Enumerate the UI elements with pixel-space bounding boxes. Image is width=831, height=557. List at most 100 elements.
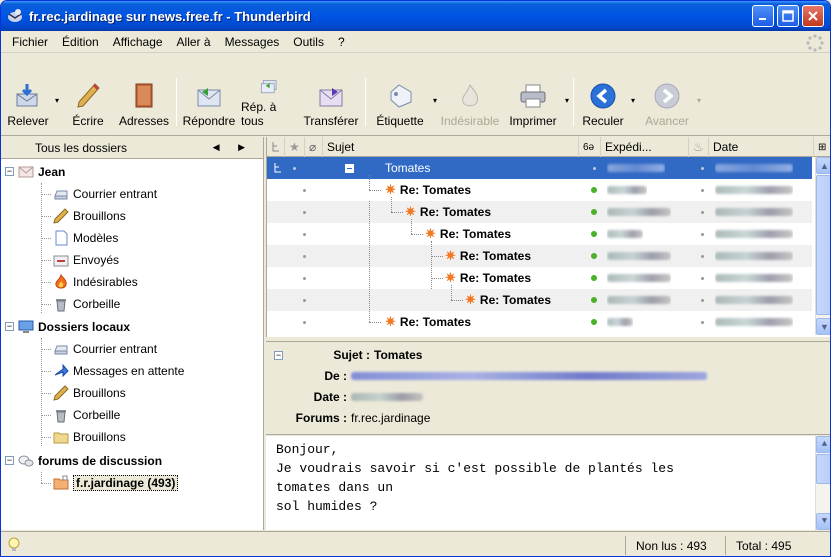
junk-dot[interactable]: [701, 232, 704, 236]
junk-dot[interactable]: [701, 254, 704, 258]
junk-button[interactable]: Indésirable: [437, 78, 503, 128]
attachment-column[interactable]: ⌀: [305, 137, 323, 157]
forward-nav-button[interactable]: Avancer ▾: [639, 78, 701, 128]
date-column-header[interactable]: Date: [709, 137, 814, 157]
star-cell[interactable]: [293, 157, 296, 179]
forward-button[interactable]: Transférer: [300, 78, 362, 128]
subject-column-header[interactable]: Sujet: [323, 137, 579, 157]
menu-affichage[interactable]: Affichage: [106, 35, 170, 49]
star-dot[interactable]: [303, 298, 306, 302]
title-bar[interactable]: fr.rec.jardinage sur news.free.fr - Thun…: [1, 1, 830, 31]
thread-column-toggle[interactable]: [267, 137, 285, 157]
menu-aller-a[interactable]: Aller à: [170, 35, 218, 49]
junk-dot[interactable]: [701, 320, 704, 324]
jean-collapse-toggle[interactable]: −: [5, 167, 14, 176]
star-dot[interactable]: [303, 232, 306, 236]
folder-local-trash[interactable]: Corbeille: [53, 404, 120, 426]
back-button[interactable]: Reculer ▾: [577, 78, 635, 128]
menu-edition[interactable]: Édition: [55, 35, 106, 49]
scroll-thumb[interactable]: [816, 175, 830, 315]
folder-local-drafts[interactable]: Brouillons: [53, 382, 126, 404]
print-button[interactable]: Imprimer ▾: [503, 78, 569, 128]
address-book-button[interactable]: Adresses: [115, 78, 173, 128]
star-dot[interactable]: [303, 188, 306, 192]
news-collapse-toggle[interactable]: −: [5, 456, 14, 465]
unread-dot[interactable]: [591, 231, 597, 237]
menu-messages[interactable]: Messages: [218, 35, 287, 49]
close-button[interactable]: [802, 5, 824, 27]
from-redacted-link[interactable]: [351, 372, 707, 380]
folder-jean-junk[interactable]: Indésirables: [53, 271, 138, 293]
star-dot[interactable]: [303, 276, 306, 280]
folder-local-inbox[interactable]: Courrier entrant: [53, 338, 157, 360]
menu-fichier[interactable]: Fichier: [5, 35, 55, 49]
unread-dot[interactable]: [591, 297, 597, 303]
folder-jean-trash[interactable]: Corbeille: [53, 293, 120, 315]
table-row[interactable]: ✷ Re: Tomates: [267, 201, 812, 333]
unread-dot[interactable]: [591, 319, 597, 325]
forward-nav-dropdown-icon[interactable]: ▾: [697, 96, 701, 105]
folder-jean-inbox[interactable]: Courrier entrant: [53, 183, 157, 205]
back-dropdown-icon[interactable]: ▾: [631, 96, 635, 105]
print-dropdown-icon[interactable]: ▾: [565, 96, 569, 105]
forums-value[interactable]: fr.rec.jardinage: [351, 411, 430, 425]
message-body[interactable]: Bonjour, Je voudrais savoir si c'est pos…: [266, 436, 830, 530]
junk-dot[interactable]: [701, 210, 704, 214]
lightbulb-icon[interactable]: [7, 537, 21, 553]
folder-jean-drafts[interactable]: Brouillons: [53, 205, 126, 227]
table-row[interactable]: ✷ Re: Tomates: [267, 267, 812, 289]
maximize-button[interactable]: [777, 5, 799, 27]
junk-dot[interactable]: [701, 157, 704, 179]
newsgroup-jardinage[interactable]: f.r.jardinage (493): [53, 472, 179, 494]
scroll-up-button[interactable]: ▲: [816, 157, 830, 174]
junk-status-column[interactable]: ♨: [689, 137, 709, 157]
column-picker[interactable]: ⊞: [814, 137, 830, 157]
sender-column-header[interactable]: Expédi...: [601, 137, 689, 157]
reply-all-button[interactable]: Rép. à tous: [238, 78, 300, 128]
star-dot[interactable]: [303, 210, 306, 214]
scroll-up-button[interactable]: ▲: [816, 436, 830, 453]
thread-collapse-icon[interactable]: [345, 157, 354, 179]
table-row[interactable]: ✷ Re: Tomates: [267, 197, 812, 223]
account-local-folders[interactable]: Dossiers locaux: [18, 316, 130, 338]
get-messages-button[interactable]: Relever ▾: [3, 78, 59, 128]
table-row[interactable]: Tomates: [267, 157, 812, 179]
table-row[interactable]: ✷ Re: Tomates: [267, 219, 812, 245]
local-collapse-toggle[interactable]: −: [5, 322, 14, 331]
scroll-thumb[interactable]: [816, 454, 830, 484]
total-count: Total : 495: [725, 536, 825, 555]
unread-dot[interactable]: [591, 275, 597, 281]
account-jean[interactable]: Jean: [18, 161, 65, 183]
read-status-column[interactable]: 6ǝ: [579, 137, 601, 157]
star-dot[interactable]: [303, 254, 306, 258]
tag-button[interactable]: Étiquette ▾: [369, 78, 437, 128]
menu-outils[interactable]: Outils: [286, 35, 331, 49]
folder-local-outbox[interactable]: Messages en attente: [53, 360, 184, 382]
unread-dot[interactable]: [591, 209, 597, 215]
folder-local-drafts-2[interactable]: Brouillons: [53, 426, 126, 448]
get-dropdown-icon[interactable]: ▾: [55, 96, 59, 105]
folder-jean-templates[interactable]: Modèles: [53, 227, 118, 249]
read-dot[interactable]: [593, 157, 596, 179]
thread-scrollbar[interactable]: ▲ ▼: [815, 157, 830, 335]
body-scrollbar[interactable]: ▲ ▼: [815, 436, 830, 530]
scroll-down-button[interactable]: ▼: [816, 513, 830, 530]
junk-dot[interactable]: [701, 298, 704, 302]
reply-button[interactable]: Répondre: [180, 78, 238, 128]
scroll-down-button[interactable]: ▼: [816, 318, 830, 335]
folder-jean-sent[interactable]: Envoyés: [53, 249, 119, 271]
star-dot[interactable]: [303, 320, 306, 324]
table-row[interactable]: ✷ Re: Tomates: [267, 241, 812, 289]
minimize-button[interactable]: [752, 5, 774, 27]
junk-dot[interactable]: [701, 276, 704, 280]
account-newsgroups[interactable]: forums de discussion: [18, 450, 162, 472]
table-row[interactable]: ✷ Re: Tomates: [267, 285, 812, 311]
table-row[interactable]: ✷ Re: Tomates: [267, 175, 812, 201]
unread-dot[interactable]: [591, 187, 597, 193]
folder-view-arrows[interactable]: ◀ ▶: [213, 142, 253, 153]
star-column[interactable]: ★: [285, 137, 305, 157]
unread-dot[interactable]: [591, 253, 597, 259]
junk-dot[interactable]: [701, 188, 704, 192]
menu-help[interactable]: ?: [331, 35, 352, 49]
write-button[interactable]: Écrire: [61, 78, 115, 128]
